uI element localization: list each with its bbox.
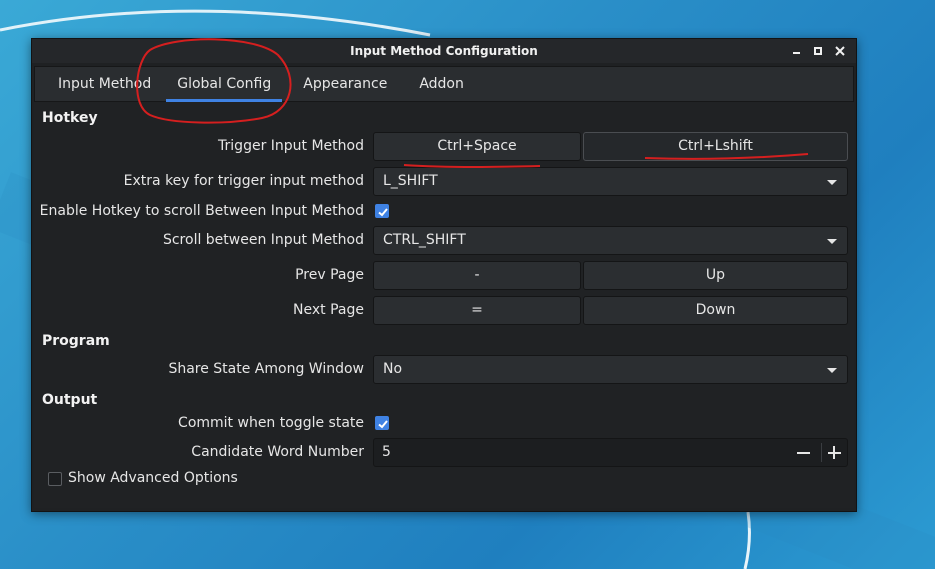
tab-addon[interactable]: Addon: [408, 67, 475, 101]
output-section-heading: Output: [42, 392, 98, 408]
check-icon: [378, 420, 388, 429]
prev-page-key-1-button[interactable]: -: [373, 261, 581, 290]
extra-key-value: L_SHIFT: [383, 173, 438, 189]
input-method-config-window: Input Method Configuration Input Method …: [31, 38, 857, 512]
candidate-word-label: Candidate Word Number: [191, 444, 364, 460]
extra-key-label: Extra key for trigger input method: [123, 173, 364, 189]
commit-toggle-checkbox[interactable]: [375, 416, 389, 430]
tab-appearance[interactable]: Appearance: [292, 67, 398, 101]
chevron-down-icon: [827, 239, 837, 244]
prev-page-key-2-button[interactable]: Up: [583, 261, 848, 290]
close-icon[interactable]: [832, 43, 848, 59]
check-icon: [378, 208, 388, 217]
trigger-key-1-button[interactable]: Ctrl+Space: [373, 132, 581, 161]
next-page-key-1-button[interactable]: =: [373, 296, 581, 325]
show-advanced-checkbox[interactable]: [48, 472, 62, 486]
share-state-label: Share State Among Window: [168, 361, 364, 377]
share-state-combo[interactable]: No: [373, 355, 848, 384]
chevron-down-icon: [827, 368, 837, 373]
extra-key-combo[interactable]: L_SHIFT: [373, 167, 848, 196]
enable-scroll-label: Enable Hotkey to scroll Between Input Me…: [39, 203, 364, 219]
scroll-between-combo[interactable]: CTRL_SHIFT: [373, 226, 848, 255]
scroll-between-label: Scroll between Input Method: [162, 232, 364, 248]
minus-icon[interactable]: [790, 439, 816, 466]
minimize-icon[interactable]: [788, 43, 804, 59]
window-controls: [788, 39, 848, 63]
trigger-input-method-label: Trigger Input Method: [218, 138, 364, 154]
window-titlebar: Input Method Configuration: [32, 39, 856, 63]
next-page-label: Next Page: [293, 302, 364, 318]
tab-global-config[interactable]: Global Config: [166, 67, 283, 102]
candidate-word-value: 5: [382, 444, 391, 460]
show-advanced-label[interactable]: Show Advanced Options: [68, 470, 238, 486]
prev-page-label: Prev Page: [295, 267, 364, 283]
next-page-key-2-button[interactable]: Down: [583, 296, 848, 325]
share-state-value: No: [383, 361, 403, 377]
hotkey-section-heading: Hotkey: [42, 110, 98, 126]
tab-bar: Input Method Global Config Appearance Ad…: [34, 66, 854, 102]
commit-toggle-label: Commit when toggle state: [178, 415, 364, 431]
candidate-word-spinbox[interactable]: 5: [373, 438, 848, 467]
scroll-between-value: CTRL_SHIFT: [383, 232, 466, 248]
global-config-panel: Hotkey Trigger Input Method Ctrl+Space C…: [34, 102, 854, 508]
trigger-key-2-button[interactable]: Ctrl+Lshift: [583, 132, 848, 161]
enable-scroll-checkbox[interactable]: [375, 204, 389, 218]
maximize-icon[interactable]: [810, 43, 826, 59]
chevron-down-icon: [827, 180, 837, 185]
tab-input-method[interactable]: Input Method: [47, 67, 162, 101]
plus-icon[interactable]: [821, 439, 847, 466]
window-title: Input Method Configuration: [350, 44, 538, 58]
program-section-heading: Program: [42, 333, 110, 349]
